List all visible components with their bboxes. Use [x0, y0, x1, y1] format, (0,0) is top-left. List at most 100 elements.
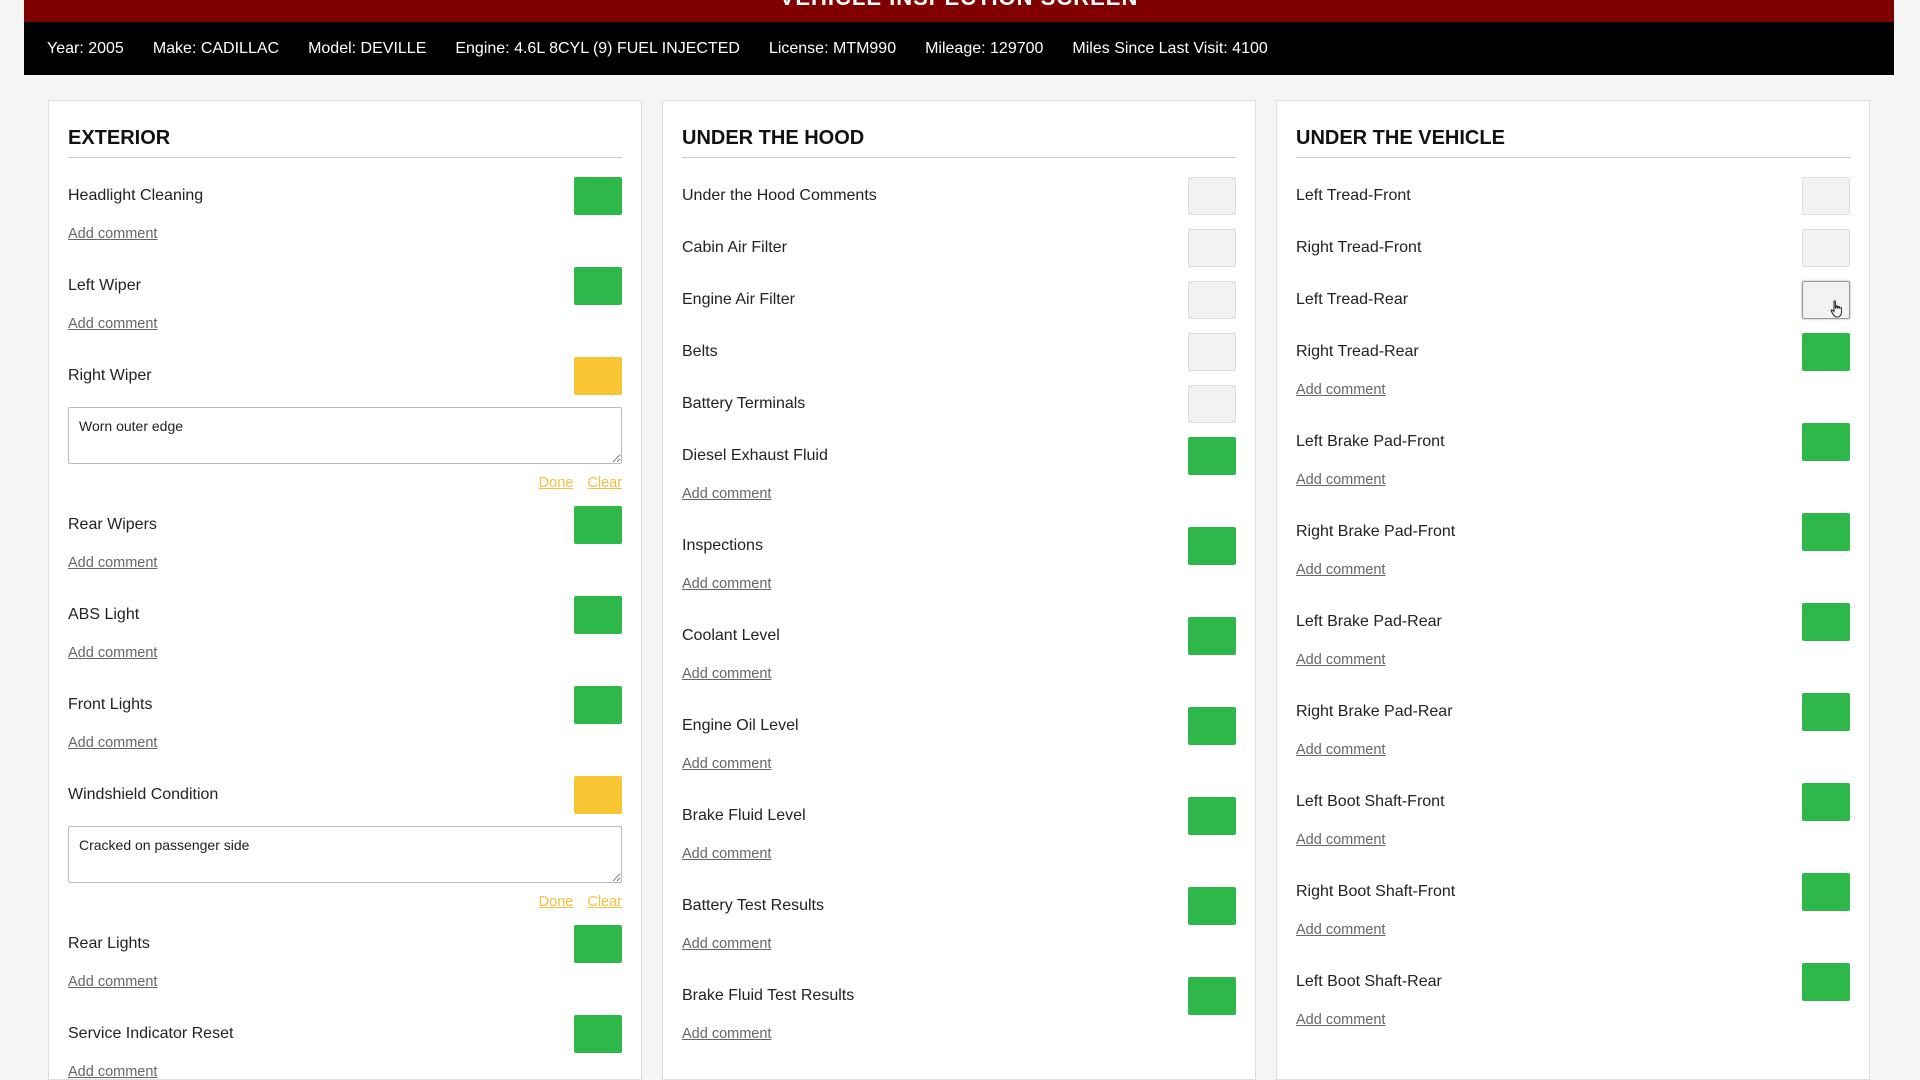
add-comment-link[interactable]: Add comment — [68, 972, 622, 992]
status-toggle-none[interactable] — [1188, 229, 1236, 267]
status-toggle-ok[interactable] — [574, 596, 622, 634]
add-comment-link[interactable]: Add comment — [1296, 920, 1850, 940]
inspection-item-label: Rear Lights — [68, 935, 150, 952]
status-toggle-ok[interactable] — [574, 267, 622, 305]
add-comment-link[interactable]: Add comment — [68, 224, 622, 244]
under-the-hood-items: Under the Hood Comments Cabin Air Filter E… — [682, 174, 1236, 1044]
add-comment-link[interactable]: Add comment — [682, 844, 1236, 864]
comment-textarea[interactable]: Cracked on passenger side — [68, 826, 622, 883]
inspection-item-rear-wipers: Rear Wipers — [68, 503, 622, 547]
status-toggle-none[interactable] — [1188, 385, 1236, 423]
inspection-item-engine-oil-level: Engine Oil Level — [682, 704, 1236, 748]
inspection-item-windshield-condition: Windshield Condition — [68, 773, 622, 817]
inspection-item-right-boot-shaft-front: Right Boot Shaft-Front — [1296, 870, 1850, 914]
add-comment-link[interactable]: Add comment — [1296, 1010, 1850, 1030]
inspection-item-engine-air-filter: Engine Air Filter — [682, 278, 1236, 322]
status-toggle-warn[interactable] — [574, 776, 622, 814]
status-toggle-ok[interactable] — [1188, 977, 1236, 1015]
inspection-item-label: Left Tread-Front — [1296, 187, 1411, 204]
status-toggle-none[interactable] — [1802, 177, 1850, 215]
status-toggle-ok[interactable] — [1802, 783, 1850, 821]
add-comment-link[interactable]: Add comment — [68, 733, 622, 753]
add-comment-link[interactable]: Add comment — [682, 1024, 1236, 1044]
status-toggle-none[interactable] — [1188, 281, 1236, 319]
inspection-item-label: Right Tread-Rear — [1296, 343, 1419, 360]
add-comment-link[interactable]: Add comment — [68, 553, 622, 573]
inspection-item-label: Headlight Cleaning — [68, 187, 204, 204]
status-toggle-ok[interactable] — [1802, 963, 1850, 1001]
status-toggle-ok[interactable] — [1802, 423, 1850, 461]
add-comment-link[interactable]: Add comment — [682, 664, 1236, 684]
inspection-item-left-brake-pad-rear: Left Brake Pad-Rear — [1296, 600, 1850, 644]
add-comment-link[interactable]: Add comment — [682, 934, 1236, 954]
status-toggle-ok[interactable] — [1802, 333, 1850, 371]
hand-cursor-icon — [1830, 300, 1842, 318]
inspection-item-inspections: Inspections — [682, 524, 1236, 568]
inspection-item-label: Engine Air Filter — [682, 291, 795, 308]
add-comment-link[interactable]: Add comment — [1296, 380, 1850, 400]
comment-actions: Done Clear — [68, 475, 622, 495]
add-comment-link[interactable]: Add comment — [68, 643, 622, 663]
add-comment-link[interactable]: Add comment — [68, 1062, 622, 1079]
add-comment-link[interactable]: Add comment — [1296, 830, 1850, 850]
status-toggle-ok[interactable] — [574, 506, 622, 544]
status-toggle-ok[interactable] — [1188, 617, 1236, 655]
status-toggle-ok[interactable] — [1802, 693, 1850, 731]
inspection-item-label: Right Wiper — [68, 367, 152, 384]
inspection-item-label: ABS Light — [68, 606, 140, 623]
inspection-item-label: Right Brake Pad-Front — [1296, 523, 1456, 540]
inspection-item-label: Left Boot Shaft-Rear — [1296, 973, 1442, 990]
status-toggle-ok[interactable] — [1802, 603, 1850, 641]
status-toggle-none[interactable] — [1802, 229, 1850, 267]
add-comment-link[interactable]: Add comment — [1296, 470, 1850, 490]
status-toggle-none[interactable] — [1188, 177, 1236, 215]
title-bar: VEHICLE INSPECTION SCREEN — [24, 0, 1894, 22]
inspection-item-label: Inspections — [682, 537, 763, 554]
inspection-item-label: Engine Oil Level — [682, 717, 799, 734]
under-the-hood-panel: UNDER THE HOOD Under the Hood Comments Ca… — [662, 100, 1256, 1080]
inspection-item-right-tread-rear: Right Tread-Rear — [1296, 330, 1850, 374]
vehicle-year: Year: 2005 — [47, 39, 124, 57]
status-toggle-warn[interactable] — [574, 357, 622, 395]
add-comment-link[interactable]: Add comment — [68, 314, 622, 334]
add-comment-link[interactable]: Add comment — [682, 754, 1236, 774]
status-toggle-ok[interactable] — [1188, 707, 1236, 745]
add-comment-link[interactable]: Add comment — [682, 574, 1236, 594]
status-toggle-ok[interactable] — [1802, 873, 1850, 911]
vehicle-mileage: Mileage: 129700 — [925, 39, 1044, 57]
inspection-item-label: Coolant Level — [682, 627, 780, 644]
inspection-item-left-boot-shaft-front: Left Boot Shaft-Front — [1296, 780, 1850, 824]
status-toggle-none[interactable] — [1188, 333, 1236, 371]
clear-link[interactable]: Clear — [587, 475, 622, 491]
status-toggle-ok[interactable] — [574, 686, 622, 724]
inspection-item-label: Under the Hood Comments — [682, 187, 877, 204]
inspection-item-label: Front Lights — [68, 696, 153, 713]
status-toggle-ok[interactable] — [1188, 527, 1236, 565]
status-toggle-ok[interactable] — [1188, 887, 1236, 925]
inspection-item-label: Right Tread-Front — [1296, 239, 1422, 256]
exterior-items: Headlight Cleaning Add comment Left Wiper A… — [68, 174, 622, 1079]
inspection-item-label: Brake Fluid Level — [682, 807, 806, 824]
add-comment-link[interactable]: Add comment — [1296, 740, 1850, 760]
inspection-item-left-wiper: Left Wiper — [68, 264, 622, 308]
add-comment-link[interactable]: Add comment — [682, 484, 1236, 504]
inspection-item-belts: Belts — [682, 330, 1236, 374]
inspection-item-left-brake-pad-front: Left Brake Pad-Front — [1296, 420, 1850, 464]
add-comment-link[interactable]: Add comment — [1296, 560, 1850, 580]
inspection-item-right-brake-pad-front: Right Brake Pad-Front — [1296, 510, 1850, 554]
status-toggle-hover[interactable] — [1802, 281, 1850, 319]
status-toggle-ok[interactable] — [1188, 797, 1236, 835]
comment-textarea[interactable]: Worn outer edge — [68, 407, 622, 464]
done-link[interactable]: Done — [539, 894, 574, 910]
done-link[interactable]: Done — [539, 475, 574, 491]
inspection-item-left-tread-front: Left Tread-Front — [1296, 174, 1850, 218]
inspection-item-rear-lights: Rear Lights — [68, 922, 622, 966]
add-comment-link[interactable]: Add comment — [1296, 650, 1850, 670]
status-toggle-ok[interactable] — [1802, 513, 1850, 551]
status-toggle-ok[interactable] — [574, 177, 622, 215]
status-toggle-ok[interactable] — [574, 1015, 622, 1053]
clear-link[interactable]: Clear — [587, 894, 622, 910]
inspection-item-label: Left Brake Pad-Rear — [1296, 613, 1442, 630]
status-toggle-ok[interactable] — [1188, 437, 1236, 475]
status-toggle-ok[interactable] — [574, 925, 622, 963]
